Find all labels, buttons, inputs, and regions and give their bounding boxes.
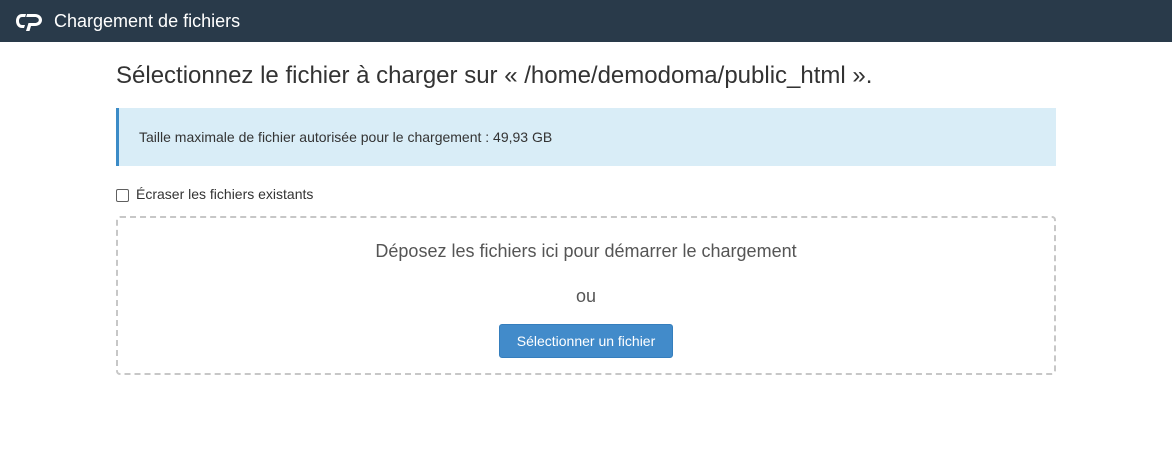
file-dropzone[interactable]: Déposez les fichiers ici pour démarrer l… (116, 216, 1056, 375)
page-title: Sélectionnez le fichier à charger sur « … (116, 62, 873, 89)
overwrite-option[interactable]: Écraser les fichiers existants (116, 186, 313, 202)
dropzone-text: Déposez les fichiers ici pour démarrer l… (375, 241, 797, 261)
select-file-button[interactable]: Sélectionner un fichier (499, 324, 673, 358)
app-title: Chargement de fichiers (54, 11, 241, 31)
top-bar: Chargement de fichiers (0, 0, 1172, 42)
max-size-info-box: Taille maximale de fichier autorisée pou… (116, 108, 1056, 166)
cpanel-logo-icon[interactable] (14, 10, 46, 32)
max-size-info-text: Taille maximale de fichier autorisée pou… (139, 129, 553, 145)
dropzone-or-text: ou (575, 286, 597, 306)
overwrite-checkbox[interactable] (116, 188, 129, 202)
overwrite-label: Écraser les fichiers existants (136, 186, 314, 202)
